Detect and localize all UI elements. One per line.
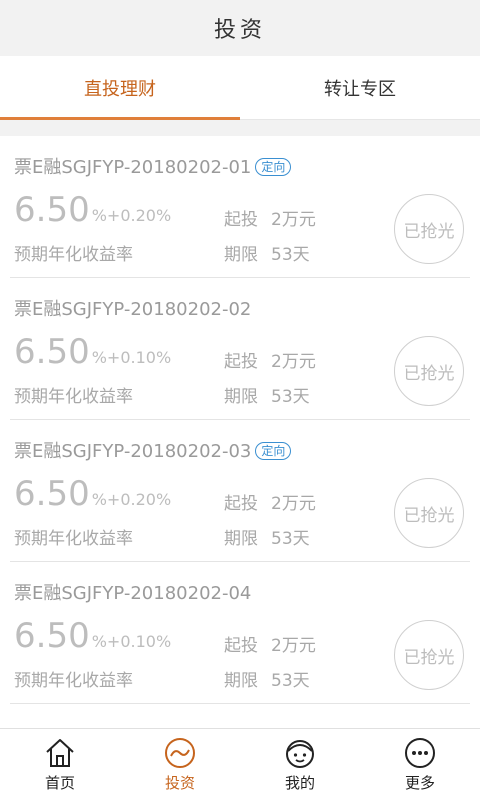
term-value: 53天 (271, 529, 310, 549)
nav-more[interactable]: 更多 (360, 729, 480, 800)
min-invest-label: 起投 (224, 636, 258, 656)
product-item[interactable]: 票E融SGJFYP-20180202-03 定向 6.50 %+0.20% 预期年化… (10, 420, 470, 562)
term-label: 期限 (224, 671, 258, 691)
rate-extra: %+0.20% (91, 206, 172, 225)
sold-out-stamp: 已抢光 (394, 336, 464, 406)
profile-icon (286, 740, 314, 768)
rate-main: 6.50 (14, 190, 90, 230)
tab-transfer-zone[interactable]: 转让专区 (240, 56, 480, 119)
product-title: 票E融SGJFYP-20180202-02 (14, 295, 251, 321)
home-icon (46, 739, 74, 767)
rate-label: 预期年化收益率 (14, 529, 133, 549)
product-name: 票E融SGJFYP-20180202-01 (14, 157, 252, 178)
app-screen: 投资 直投理财 转让专区 票E融SGJFYP-20180202-01 定向 6.5… (0, 0, 480, 800)
sold-out-stamp: 已抢光 (394, 478, 464, 548)
min-invest-value: 2万元 (271, 352, 316, 372)
more-icon (405, 738, 435, 768)
product-title: 票E融SGJFYP-20180202-03 定向 (14, 437, 292, 463)
nav-label: 投资 (164, 774, 195, 792)
product-item[interactable]: 票E融SGJFYP-20180202-01 定向 6.50 %+0.20% 预期年化… (10, 136, 470, 278)
term-value: 53天 (271, 671, 310, 691)
product-name: 票E融SGJFYP-20180202-02 (14, 299, 252, 320)
min-invest-label: 起投 (224, 352, 258, 372)
rate-label: 预期年化收益率 (14, 245, 133, 265)
product-title: 票E融SGJFYP-20180202-01 定向 (14, 153, 292, 179)
term-label: 期限 (224, 387, 258, 407)
min-invest-value: 2万元 (271, 636, 316, 656)
tab-label: 转让专区 (324, 78, 396, 100)
nav-label: 首页 (44, 774, 75, 792)
sold-out-stamp: 已抢光 (394, 194, 464, 264)
term-label: 期限 (224, 245, 258, 265)
header-bar: 投资 (0, 0, 480, 56)
invest-icon (165, 738, 195, 768)
term-label: 期限 (224, 529, 258, 549)
product-rate: 6.50 %+0.20% (14, 474, 171, 514)
rate-main: 6.50 (14, 616, 90, 656)
product-item[interactable]: 票E融SGJFYP-20180202-04 6.50 %+0.10% 预期年化收益… (10, 562, 470, 704)
product-title: 票E融SGJFYP-20180202-04 (14, 579, 251, 605)
product-rate: 6.50 %+0.10% (14, 616, 171, 656)
nav-invest[interactable]: 投资 (120, 729, 240, 800)
rate-label: 预期年化收益率 (14, 671, 133, 691)
product-name: 票E融SGJFYP-20180202-04 (14, 583, 252, 604)
tab-bar: 直投理财 转让专区 (0, 56, 480, 120)
min-invest-label: 起投 (224, 210, 258, 230)
nav-label: 更多 (404, 774, 435, 792)
section-gap (0, 120, 480, 136)
nav-profile[interactable]: 我的 (240, 729, 360, 800)
product-name: 票E融SGJFYP-20180202-03 (14, 441, 252, 462)
min-invest-value: 2万元 (271, 494, 316, 514)
rate-label: 预期年化收益率 (14, 387, 133, 407)
product-rate: 6.50 %+0.10% (14, 332, 171, 372)
page-title: 投资 (213, 18, 266, 43)
product-rate: 6.50 %+0.20% (14, 190, 171, 230)
rate-main: 6.50 (14, 474, 90, 514)
tab-label: 直投理财 (84, 78, 156, 100)
bottom-nav: 首页 投资 我的 更多 (0, 728, 480, 800)
sold-out-stamp: 已抢光 (394, 620, 464, 690)
directed-badge: 定向 (255, 158, 292, 176)
min-invest-value: 2万元 (271, 210, 316, 230)
rate-main: 6.50 (14, 332, 90, 372)
rate-extra: %+0.10% (91, 348, 172, 367)
product-item-partial[interactable] (10, 704, 470, 728)
product-list[interactable]: 票E融SGJFYP-20180202-01 定向 6.50 %+0.20% 预期年化… (0, 136, 480, 728)
product-item[interactable]: 票E融SGJFYP-20180202-02 6.50 %+0.10% 预期年化收益… (10, 278, 470, 420)
term-value: 53天 (271, 387, 310, 407)
min-invest-label: 起投 (224, 494, 258, 514)
term-value: 53天 (271, 245, 310, 265)
tab-direct-investment[interactable]: 直投理财 (0, 56, 240, 120)
nav-label: 我的 (284, 774, 315, 792)
directed-badge: 定向 (255, 442, 292, 460)
rate-extra: %+0.10% (91, 632, 172, 651)
nav-home[interactable]: 首页 (0, 729, 120, 800)
rate-extra: %+0.20% (91, 490, 172, 509)
